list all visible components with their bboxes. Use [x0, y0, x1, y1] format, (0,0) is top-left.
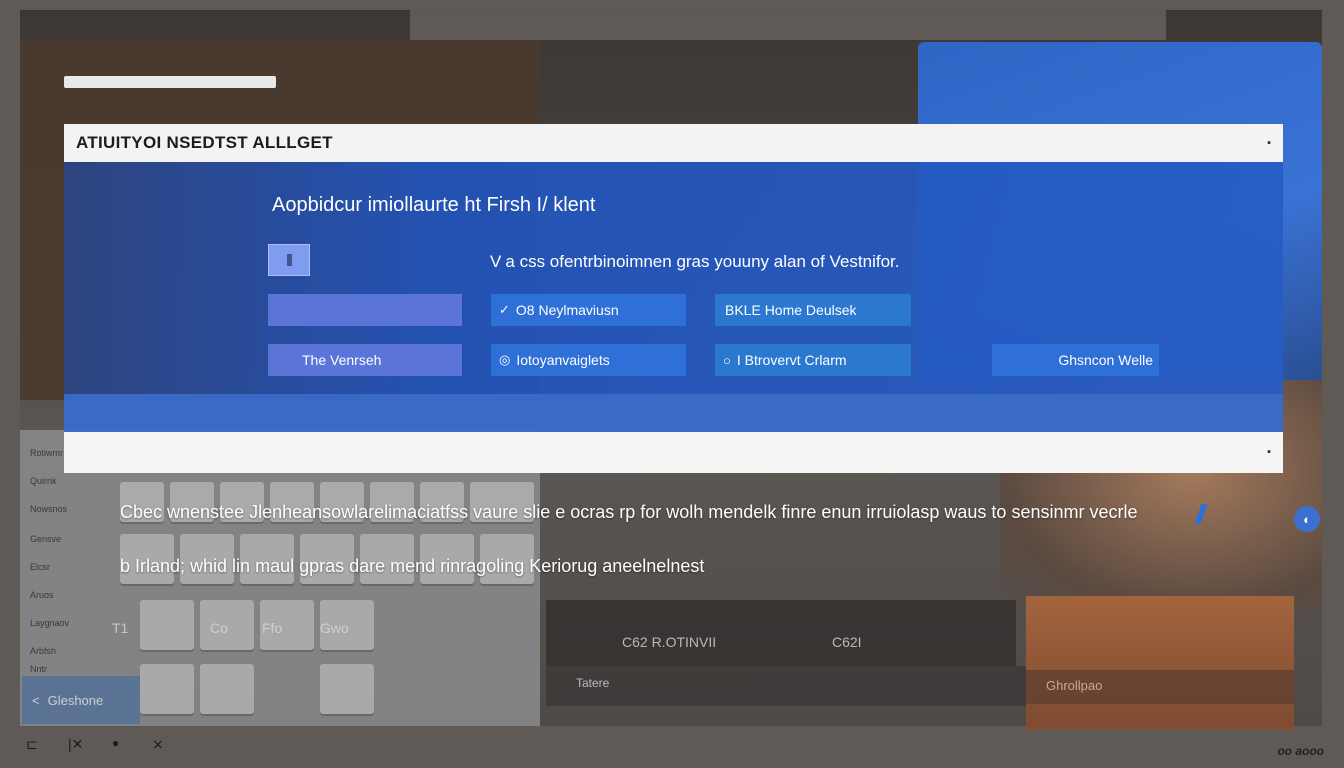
dialog-body: Aopbidcur imiollaurte ht Firsh I/ klent …: [64, 162, 1283, 394]
option-button[interactable]: [268, 294, 462, 326]
side-label: Quirnk: [30, 476, 57, 486]
cancel-icon: <: [32, 692, 40, 708]
background-label: C62 R.OTINVII: [622, 634, 717, 650]
dialog-band: [64, 394, 1283, 432]
dialog-title-bar: ATIUITYOI NSEDTST ALLLGET ▪: [64, 124, 1283, 162]
key-label: Co: [210, 620, 228, 636]
option-label: O8 Neylmaviusn: [515, 302, 619, 318]
option-label: Iotoyanvaiglets: [516, 352, 610, 368]
resize-icon[interactable]: ▪: [1267, 446, 1271, 458]
body-text-line: Cbec wnenstee Jlenheansowlarelimaciatfss…: [120, 502, 1138, 522]
brand-logo: oo aooo: [1277, 744, 1324, 758]
side-label: Gensve: [30, 534, 62, 544]
background-strip: [410, 10, 1166, 40]
description-prefix: V: [490, 252, 502, 271]
body-text-line: b Irland; whid lin maul gpras dare mend …: [120, 556, 705, 576]
dialog-title: ATIUITYOI NSEDTST ALLLGET: [76, 133, 333, 152]
user-icon[interactable]: ●: [112, 736, 119, 750]
option-button[interactable]: ✓ O8 Neylmaviusn: [491, 294, 686, 326]
side-label: Elcsr: [30, 562, 50, 572]
option-button[interactable]: ◎ Iotoyanvaiglets: [491, 344, 686, 376]
option-button[interactable]: ○ I Btrovervt Crlarm: [715, 344, 911, 376]
side-label: Nowsnos: [30, 504, 68, 514]
background-label: C62I: [832, 634, 862, 650]
key-label: Ffo: [262, 620, 283, 636]
side-label: Aruos: [30, 590, 54, 600]
dialog-footer: ▪: [64, 432, 1283, 473]
side-label: Arbfsh: [30, 646, 57, 656]
resize-icon[interactable]: ▪: [1267, 137, 1271, 149]
moon-icon[interactable]: ◐: [1294, 506, 1320, 532]
option-label: BKLE Home Deulsek: [725, 302, 857, 318]
background-label: Tatere: [576, 676, 610, 690]
cancel-label: Gleshone: [47, 692, 104, 708]
key-label: Gwo: [320, 620, 349, 636]
window-icon[interactable]: ⊏: [26, 736, 38, 753]
option-label: Ghsncon Welle: [1058, 352, 1153, 368]
option-label: The Venrseh: [302, 352, 382, 368]
background-dark-block: [546, 600, 1016, 666]
link-icon: ◎: [499, 352, 511, 367]
side-label: Rotiwmr: [30, 448, 63, 458]
background-dark-block-lower: [546, 666, 1026, 706]
checkbox[interactable]: [268, 244, 310, 276]
option-button[interactable]: The Venrseh: [268, 344, 462, 376]
option-label: I Btrovervt Crlarm: [736, 352, 847, 368]
option-button[interactable]: BKLE Home Deulsek: [715, 294, 911, 326]
radio-icon: ○: [723, 352, 731, 368]
dialog-description: a css ofentrbinoimnen gras youuny alan o…: [502, 252, 900, 271]
background-orange-box: [1026, 596, 1294, 730]
progress-bar: [64, 76, 276, 88]
key-label: T1: [112, 620, 129, 636]
cancel-button[interactable]: < Gleshone: [22, 676, 140, 724]
swap-icon[interactable]: ⨯: [152, 736, 164, 753]
side-label: Nntr: [30, 664, 48, 674]
close-icon[interactable]: |✕: [68, 736, 83, 753]
side-label: Laygnaov: [30, 618, 70, 628]
check-icon: ✓: [499, 302, 510, 317]
dialog-heading: Aopbidcur imiollaurte ht Firsh I/ klent: [272, 194, 596, 216]
background-label: Ghrollpao: [1046, 678, 1103, 693]
checkbox-mark-icon: [286, 254, 292, 266]
dialog-window: ATIUITYOI NSEDTST ALLLGET ▪ Aopbidcur im…: [64, 124, 1283, 473]
option-button[interactable]: Ghsncon Welle: [992, 344, 1159, 376]
